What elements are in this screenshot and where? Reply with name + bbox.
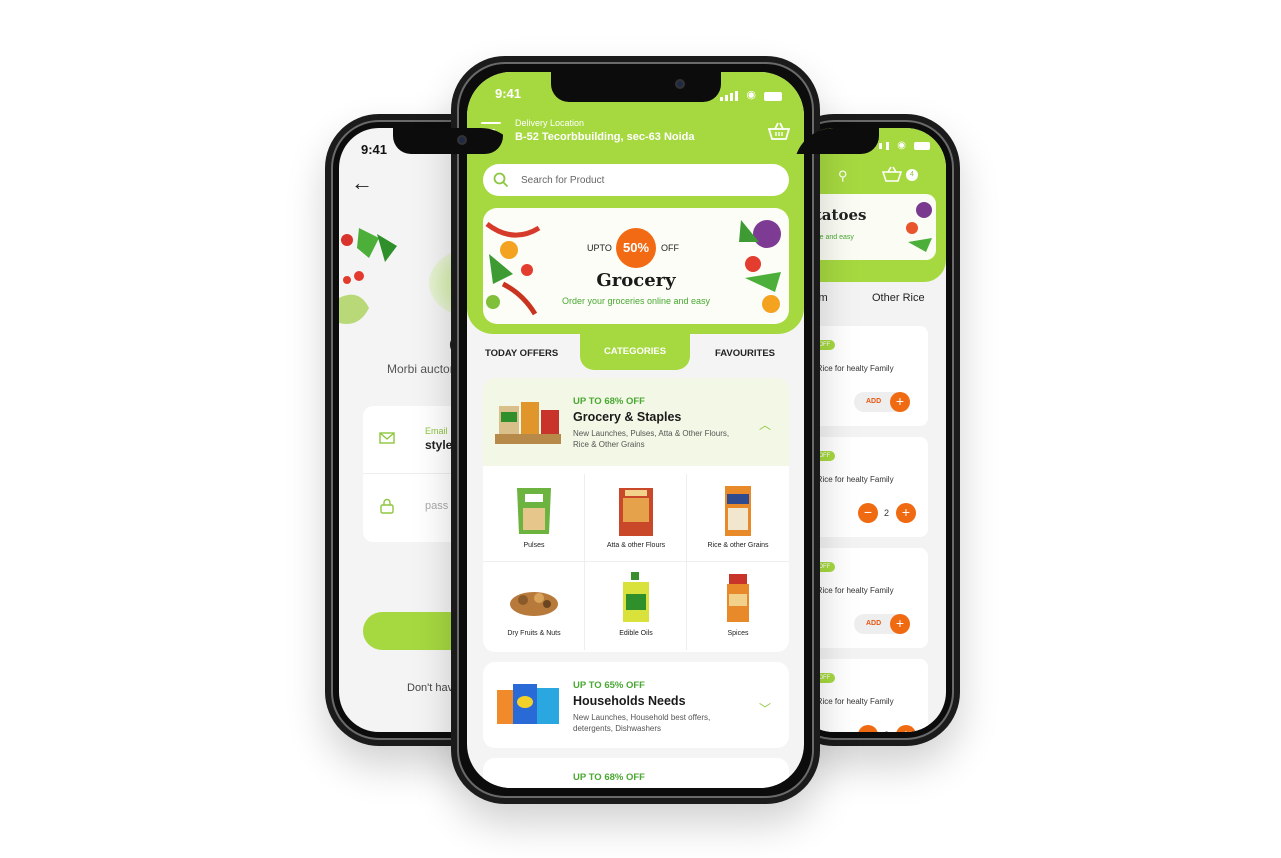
home-phone: 9:41 ◉ Delivery Location B-52 Tecorbbuil… bbox=[451, 56, 820, 804]
promo-banner[interactable]: UPTO 50% OFF Grocery Order your grocerie… bbox=[483, 208, 789, 324]
status-icons: ◉ bbox=[872, 140, 930, 151]
subcategory-label: Pulses bbox=[523, 542, 545, 549]
oil-bottle-image bbox=[623, 572, 649, 622]
subcategory-label: Spices bbox=[727, 630, 749, 637]
subcategory-spices[interactable]: Spices bbox=[687, 562, 789, 650]
status-time: 9:41 bbox=[361, 142, 388, 157]
subcategory-label: Edible Oils bbox=[619, 630, 653, 637]
subcategory-dry-fruits[interactable]: Dry Fruits & Nuts bbox=[483, 562, 585, 650]
category-header[interactable]: UP TO 68% OFF Grocery & Staples New Laun… bbox=[483, 378, 789, 466]
plus-icon[interactable]: + bbox=[896, 503, 916, 523]
minus-icon[interactable]: − bbox=[858, 725, 878, 732]
pulses-image bbox=[517, 488, 551, 534]
category-offer: UP TO 68% OFF bbox=[573, 772, 645, 783]
vegetables-right-illustration bbox=[739, 220, 781, 313]
email-label: Email bbox=[425, 426, 448, 436]
category-header[interactable]: UP TO 68% OFF bbox=[483, 758, 789, 788]
login-subtitle: Morbi auctor bbox=[387, 362, 454, 376]
subcategory-atta[interactable]: Atta & other Flours bbox=[585, 474, 687, 562]
mail-icon bbox=[379, 432, 395, 444]
home-header: 9:41 ◉ Delivery Location B-52 Tecorbbuil… bbox=[467, 72, 804, 334]
delivery-label: Delivery Location bbox=[515, 118, 585, 128]
search-icon[interactable]: ⚲ bbox=[838, 168, 848, 184]
category-offer: UP TO 68% OFF bbox=[573, 396, 645, 407]
subcategory-edible-oils[interactable]: Edible Oils bbox=[585, 562, 687, 650]
product-card[interactable]: 0% OFF ati Rice for healty Family − 2 + bbox=[806, 437, 928, 537]
basket-count-badge: 4 bbox=[906, 169, 918, 181]
battery-icon bbox=[764, 92, 782, 101]
rice-bag-image bbox=[725, 486, 751, 536]
product-card[interactable]: 0% OFF ati Rice for healty Family − 2 + bbox=[806, 659, 928, 732]
atta-flour-image bbox=[619, 488, 653, 536]
search-icon bbox=[493, 172, 509, 188]
tab-today-offers[interactable]: TODAY OFFERS bbox=[485, 348, 558, 359]
category-offer: UP TO 65% OFF bbox=[573, 680, 645, 691]
category-card-grocery: UP TO 68% OFF Grocery & Staples New Laun… bbox=[483, 378, 789, 652]
search-bar[interactable] bbox=[483, 164, 789, 196]
email-value: style bbox=[425, 438, 453, 452]
banner-upto: UPTO bbox=[587, 243, 612, 253]
minus-icon[interactable]: − bbox=[858, 503, 878, 523]
banner-off: OFF bbox=[661, 243, 679, 253]
search-input[interactable] bbox=[521, 164, 771, 196]
category-card-households[interactable]: UP TO 65% OFF Households Needs New Launc… bbox=[483, 662, 789, 748]
add-button[interactable]: ADD + bbox=[854, 392, 910, 412]
add-button[interactable]: ADD + bbox=[854, 614, 910, 634]
dry-fruits-image bbox=[510, 592, 558, 616]
subcategory-label: Dry Fruits & Nuts bbox=[507, 630, 561, 637]
wifi-icon: ◉ bbox=[746, 89, 756, 101]
phone-notch bbox=[550, 72, 721, 102]
grocery-products-image bbox=[495, 402, 561, 444]
product-card[interactable]: 0% OFF ati Rice for healty Family uram A… bbox=[806, 548, 928, 648]
subcategory-pulses[interactable]: Pulses bbox=[483, 474, 585, 562]
vegetables-illustration bbox=[906, 202, 932, 252]
quantity-value: 2 bbox=[884, 730, 889, 732]
discount-badge: 50% bbox=[616, 228, 656, 268]
delivery-address[interactable]: B-52 Tecorbbuilding, sec-63 Noida bbox=[515, 131, 695, 143]
vegetables-illustration bbox=[339, 228, 397, 324]
plus-icon[interactable]: + bbox=[890, 392, 910, 412]
category-description: New Launches, Pulses, Atta & Other Flour… bbox=[573, 429, 730, 449]
chevron-up-icon[interactable]: ︿ bbox=[759, 416, 771, 433]
tab-categories[interactable]: CATEGORIES bbox=[580, 328, 690, 370]
category-title: Grocery & Staples bbox=[573, 410, 682, 424]
mockup-stage: 9:41 ← G Morbi auctor Email style bbox=[0, 0, 1281, 858]
subcategory-grid: Pulses Atta & other Flours Rice & other … bbox=[483, 474, 789, 650]
quantity-value: 2 bbox=[884, 508, 890, 518]
tab-favourites[interactable]: FAVOURITES bbox=[715, 348, 775, 359]
product-card[interactable]: 0% OFF ati Rice for healty Family uram A… bbox=[806, 326, 928, 426]
category-card-third[interactable]: UP TO 68% OFF bbox=[483, 758, 789, 788]
subcategory-label: Atta & other Flours bbox=[606, 542, 666, 549]
tab-other-rice[interactable]: Other Rice bbox=[872, 292, 925, 304]
spices-jar-image bbox=[727, 574, 749, 622]
plus-icon[interactable]: + bbox=[890, 614, 910, 634]
back-arrow-icon[interactable]: ← bbox=[351, 170, 373, 196]
lock-icon bbox=[380, 498, 394, 514]
plus-icon[interactable]: + bbox=[896, 725, 916, 732]
status-icons: ◉ bbox=[720, 88, 782, 101]
phone-notch bbox=[794, 128, 880, 154]
household-products-image bbox=[497, 684, 559, 724]
signup-prompt[interactable]: Don't hav bbox=[407, 682, 453, 694]
category-description: New Launches, Household best offers, det… bbox=[573, 713, 711, 733]
basket-icon[interactable] bbox=[768, 122, 790, 140]
category-header[interactable]: UP TO 65% OFF Households Needs New Launc… bbox=[483, 662, 789, 748]
subcategory-rice[interactable]: Rice & other Grains bbox=[687, 474, 789, 562]
home-screen: 9:41 ◉ Delivery Location B-52 Tecorbbuil… bbox=[467, 72, 804, 788]
subcategory-label: Rice & other Grains bbox=[707, 542, 769, 549]
chevron-down-icon[interactable]: ﹀ bbox=[759, 700, 771, 717]
phone-notch bbox=[393, 128, 504, 154]
password-placeholder: pass bbox=[425, 500, 449, 512]
category-title: Households Needs bbox=[573, 694, 686, 708]
status-time: 9:41 bbox=[495, 86, 522, 101]
basket-icon[interactable] bbox=[882, 166, 902, 182]
